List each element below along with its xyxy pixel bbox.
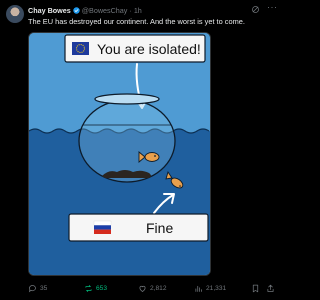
like-button[interactable]: 2,812 bbox=[138, 284, 167, 293]
russia-flag-icon bbox=[93, 220, 112, 234]
grok-icon[interactable] bbox=[251, 5, 260, 14]
views-icon bbox=[195, 285, 202, 292]
top-label: You are isolated! bbox=[97, 41, 201, 57]
share-button[interactable] bbox=[266, 284, 275, 293]
tweet-text: The EU has destroyed our continent. And … bbox=[28, 17, 245, 26]
bookmark-button[interactable] bbox=[251, 284, 260, 293]
views-count: 21,331 bbox=[206, 285, 227, 292]
bottom-label: Fine bbox=[146, 220, 173, 236]
tweet-image[interactable]: You are isolated! Fine bbox=[28, 32, 211, 276]
share-icon bbox=[267, 284, 274, 292]
repost-button[interactable]: 653 bbox=[84, 284, 107, 293]
fishbowl bbox=[78, 99, 176, 183]
action-bar: 35 653 2,812 21,331 bbox=[0, 282, 281, 296]
separator: · bbox=[129, 6, 132, 15]
timestamp[interactable]: 1h bbox=[134, 6, 142, 15]
more-icon[interactable]: ··· bbox=[267, 2, 278, 12]
views-button[interactable]: 21,331 bbox=[194, 284, 226, 293]
meme-illustration: You are isolated! Fine bbox=[29, 33, 210, 275]
verified-badge-icon bbox=[73, 7, 80, 14]
avatar[interactable] bbox=[6, 5, 24, 23]
bottom-label-box bbox=[68, 213, 209, 242]
tweet-header: Chay Bowes @BowesChay · 1h bbox=[28, 6, 142, 15]
repost-icon bbox=[85, 285, 92, 292]
reply-icon bbox=[28, 285, 36, 293]
bookmark-icon bbox=[252, 284, 259, 293]
repost-count: 653 bbox=[96, 285, 108, 292]
author-handle[interactable]: @BowesChay bbox=[82, 6, 128, 15]
reply-button[interactable]: 35 bbox=[28, 284, 47, 293]
author-name[interactable]: Chay Bowes bbox=[28, 6, 71, 15]
reply-count: 35 bbox=[40, 285, 48, 292]
like-count: 2,812 bbox=[150, 285, 167, 292]
eu-flag-icon bbox=[72, 42, 89, 55]
like-icon bbox=[139, 285, 146, 292]
